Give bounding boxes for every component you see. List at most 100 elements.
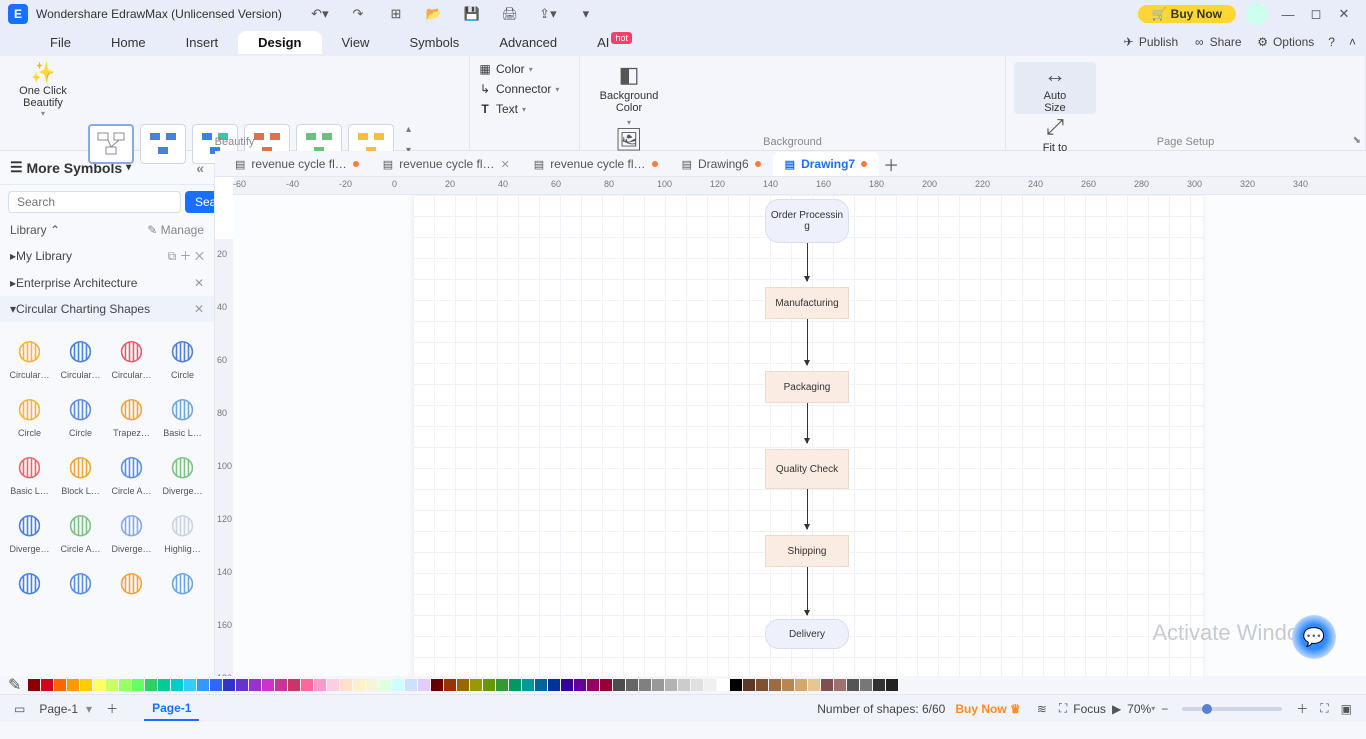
color-swatch[interactable]: [314, 679, 326, 691]
color-swatch[interactable]: [847, 679, 859, 691]
flow-arrow[interactable]: [807, 403, 808, 443]
shape-thumbnail[interactable]: ◍Circle A…: [57, 502, 104, 556]
shape-thumbnail[interactable]: ◍Trapez…: [108, 386, 155, 440]
buy-now-button[interactable]: 🛒Buy Now: [1138, 5, 1236, 23]
shape-thumbnail[interactable]: ◍Basic L…: [6, 444, 53, 498]
color-swatch[interactable]: [795, 679, 807, 691]
flow-arrow[interactable]: [807, 567, 808, 615]
menu-design[interactable]: Design: [238, 31, 321, 54]
color-swatch[interactable]: [834, 679, 846, 691]
color-swatch[interactable]: [158, 679, 170, 691]
shape-thumbnail[interactable]: ◍Circle: [57, 386, 104, 440]
color-swatch[interactable]: [392, 679, 404, 691]
color-swatch[interactable]: [756, 679, 768, 691]
color-swatch[interactable]: [535, 679, 547, 691]
color-swatch[interactable]: [470, 679, 482, 691]
shape-thumbnail[interactable]: ◍Diverge…: [108, 502, 155, 556]
color-swatch[interactable]: [249, 679, 261, 691]
close-icon[interactable]: ✕: [194, 302, 204, 316]
flow-node-delivery[interactable]: Delivery: [765, 619, 849, 649]
lib-new-icon[interactable]: ⧉: [168, 249, 177, 263]
text-dropdown[interactable]: TText▾: [478, 102, 571, 116]
menu-symbols[interactable]: Symbols: [389, 31, 479, 54]
color-swatch[interactable]: [223, 679, 235, 691]
menu-ai[interactable]: AIhot: [577, 31, 652, 54]
connector-dropdown[interactable]: ↳Connector▾: [478, 82, 571, 96]
shape-thumbnail[interactable]: ◍: [159, 560, 206, 602]
color-swatch[interactable]: [613, 679, 625, 691]
shape-thumbnail[interactable]: ◍Block L…: [57, 444, 104, 498]
color-swatch[interactable]: [288, 679, 300, 691]
color-swatch[interactable]: [132, 679, 144, 691]
doc-tab[interactable]: ▤revenue cycle fl…: [223, 152, 371, 176]
color-swatch[interactable]: [262, 679, 274, 691]
color-swatch[interactable]: [782, 679, 794, 691]
color-swatch[interactable]: [366, 679, 378, 691]
doc-tab[interactable]: ▤revenue cycle fl…: [522, 152, 670, 176]
shape-thumbnail[interactable]: ◍: [57, 560, 104, 602]
color-dropdown[interactable]: ▦Color▾: [478, 62, 571, 76]
color-swatch[interactable]: [678, 679, 690, 691]
color-swatch[interactable]: [730, 679, 742, 691]
color-swatch[interactable]: [587, 679, 599, 691]
auto-size-button[interactable]: ↔Auto Size: [1014, 62, 1096, 114]
menu-home[interactable]: Home: [91, 31, 166, 54]
color-swatch[interactable]: [522, 679, 534, 691]
buy-now-status-button[interactable]: Buy Now ♛: [955, 702, 1020, 716]
color-swatch[interactable]: [80, 679, 92, 691]
canvas[interactable]: Order Processin g Manufacturing Packagin…: [233, 195, 1366, 676]
color-swatch[interactable]: [496, 679, 508, 691]
color-swatch[interactable]: [184, 679, 196, 691]
color-swatch[interactable]: [405, 679, 417, 691]
menu-view[interactable]: View: [322, 31, 390, 54]
color-swatch[interactable]: [704, 679, 716, 691]
color-swatch[interactable]: [743, 679, 755, 691]
color-swatch[interactable]: [886, 679, 898, 691]
color-swatch[interactable]: [379, 679, 391, 691]
add-page-button[interactable]: ＋: [106, 700, 118, 717]
library-circular[interactable]: ▾ Circular Charting Shapes✕: [0, 296, 214, 322]
flow-node-quality-check[interactable]: Quality Check: [765, 449, 849, 489]
color-swatch[interactable]: [509, 679, 521, 691]
color-swatch[interactable]: [145, 679, 157, 691]
doc-tab[interactable]: ▤revenue cycle fl…✕: [371, 152, 522, 176]
page-tab-active[interactable]: Page-1: [144, 697, 199, 721]
color-swatch[interactable]: [106, 679, 118, 691]
color-swatch[interactable]: [54, 679, 66, 691]
flow-arrow[interactable]: [807, 243, 808, 281]
save-button[interactable]: 💾: [458, 4, 486, 24]
color-swatch[interactable]: [821, 679, 833, 691]
color-swatch[interactable]: [418, 679, 430, 691]
flow-arrow[interactable]: [807, 319, 808, 365]
color-swatch[interactable]: [431, 679, 443, 691]
shape-thumbnail[interactable]: ◍Basic L…: [159, 386, 206, 440]
collapse-ribbon-button[interactable]: ˄: [1349, 35, 1356, 49]
add-tab-button[interactable]: ＋: [879, 152, 903, 176]
color-swatch[interactable]: [483, 679, 495, 691]
flow-node-manufacturing[interactable]: Manufacturing: [765, 287, 849, 319]
user-avatar[interactable]: [1246, 3, 1268, 25]
print-button[interactable]: 🖨: [496, 4, 524, 24]
color-swatch[interactable]: [275, 679, 287, 691]
maximize-button[interactable]: ◻: [1302, 4, 1330, 24]
shape-thumbnail[interactable]: ◍: [6, 560, 53, 602]
color-swatch[interactable]: [574, 679, 586, 691]
help-chat-bubble[interactable]: 💬: [1292, 615, 1336, 659]
color-swatch[interactable]: [119, 679, 131, 691]
color-swatch[interactable]: [93, 679, 105, 691]
color-swatch[interactable]: [457, 679, 469, 691]
qat-more-button[interactable]: ▾: [572, 4, 600, 24]
manage-button[interactable]: ✎ Manage: [147, 223, 204, 237]
minimize-button[interactable]: —: [1274, 4, 1302, 24]
menu-file[interactable]: File: [30, 31, 91, 54]
focus-label[interactable]: Focus: [1073, 702, 1106, 716]
color-swatch[interactable]: [353, 679, 365, 691]
color-swatch[interactable]: [67, 679, 79, 691]
flow-node-packaging[interactable]: Packaging: [765, 371, 849, 403]
color-swatch[interactable]: [444, 679, 456, 691]
focus-bracket-icon[interactable]: ⛶: [1059, 701, 1067, 716]
help-button[interactable]: ?: [1328, 35, 1335, 49]
color-swatch[interactable]: [41, 679, 53, 691]
close-icon[interactable]: ✕: [194, 276, 204, 290]
shape-thumbnail[interactable]: ◍Highlig…: [159, 502, 206, 556]
